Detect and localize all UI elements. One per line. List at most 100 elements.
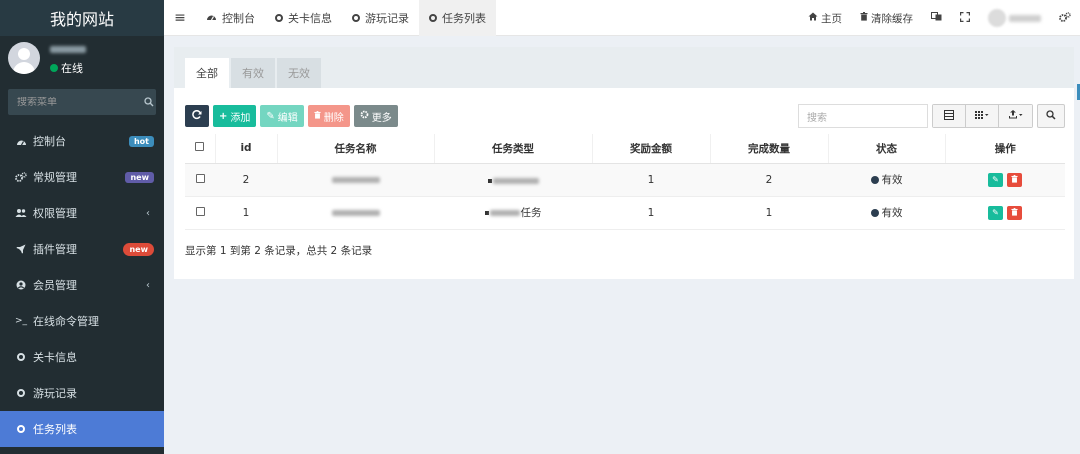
col-status[interactable]: 状态 bbox=[827, 134, 945, 164]
col-id[interactable]: id bbox=[214, 134, 277, 164]
cog-icon bbox=[360, 110, 369, 122]
cogs-icon bbox=[14, 172, 28, 182]
delete-button[interactable]: 删除 bbox=[307, 105, 350, 127]
export-button[interactable] bbox=[999, 105, 1032, 127]
tab-play-records[interactable]: 游玩记录 bbox=[342, 0, 419, 36]
task-type-suffix: 任务 bbox=[520, 207, 542, 219]
redacted-text bbox=[489, 209, 520, 216]
add-button[interactable]: + 添加 bbox=[213, 105, 257, 127]
user-menu[interactable] bbox=[979, 0, 1050, 36]
dashboard-icon bbox=[14, 137, 28, 146]
top-right-tools: 主页 清除缓存 bbox=[799, 0, 1080, 36]
menu-toggle-icon[interactable]: ≡ bbox=[164, 10, 196, 26]
row-edit-button[interactable]: ✎ bbox=[988, 205, 1003, 220]
sidebar-item-members[interactable]: 会员管理 ‹ bbox=[0, 267, 164, 303]
cell-task-type bbox=[434, 163, 592, 197]
filter-tabs: 全部 有效 无效 bbox=[174, 47, 1074, 88]
sidebar-item-plugins[interactable]: 插件管理 new bbox=[0, 231, 164, 267]
sidebar-item-online-command[interactable]: >_ 在线命令管理 bbox=[0, 303, 164, 339]
sidebar-item-general[interactable]: 常规管理 new bbox=[0, 159, 164, 195]
table-tools: 搜索 bbox=[798, 104, 1065, 128]
tab-label: 任务列表 bbox=[442, 11, 486, 25]
rocket-icon bbox=[14, 244, 28, 254]
user-circle-icon bbox=[14, 280, 28, 290]
col-reward[interactable]: 奖励金额 bbox=[591, 134, 710, 164]
table-view-icon bbox=[944, 109, 954, 123]
dashboard-icon bbox=[206, 11, 217, 24]
row-delete-button[interactable] bbox=[1007, 205, 1022, 220]
row-edit-button[interactable]: ✎ bbox=[988, 172, 1003, 187]
user-name-redacted bbox=[1009, 14, 1041, 22]
toggle-view-button[interactable] bbox=[933, 105, 966, 127]
translate-button[interactable] bbox=[922, 0, 951, 36]
trash-icon bbox=[1011, 207, 1018, 218]
table-toolbar: + 添加 ✎ 编辑 删除 更多 bbox=[185, 105, 398, 127]
redacted-text bbox=[492, 177, 539, 184]
avatar bbox=[988, 9, 1006, 27]
row-checkbox[interactable] bbox=[195, 173, 205, 183]
refresh-button[interactable] bbox=[185, 105, 209, 127]
search-icon[interactable] bbox=[142, 97, 156, 107]
sidebar-item-tasks[interactable]: 任务列表 bbox=[0, 411, 164, 447]
clear-cache-button[interactable]: 清除缓存 bbox=[851, 0, 922, 36]
sidebar-item-label: 在线命令管理 bbox=[33, 315, 99, 328]
fullscreen-button[interactable] bbox=[951, 0, 979, 36]
filter-tab-invalid[interactable]: 无效 bbox=[277, 58, 321, 88]
language-icon bbox=[931, 12, 942, 24]
sidebar-item-play-records[interactable]: 游玩记录 bbox=[0, 375, 164, 411]
sidebar-item-label: 任务列表 bbox=[33, 423, 77, 436]
table-row: 1 任务 1 1 有效 ✎ bbox=[185, 196, 1065, 230]
tab-tasks[interactable]: 任务列表 bbox=[419, 0, 496, 36]
table-search-input[interactable]: 搜索 bbox=[798, 104, 928, 128]
sidebar-item-levels[interactable]: 关卡信息 bbox=[0, 339, 164, 375]
cell-operations: ✎ bbox=[945, 196, 1065, 230]
row-select-cell bbox=[185, 196, 215, 230]
columns-button[interactable] bbox=[966, 105, 999, 127]
tab-levels[interactable]: 关卡信息 bbox=[265, 0, 342, 36]
col-completed-count[interactable]: 完成数量 bbox=[709, 134, 828, 164]
select-all-checkbox[interactable] bbox=[195, 142, 205, 152]
new-badge: new bbox=[123, 242, 154, 256]
home-link[interactable]: 主页 bbox=[799, 0, 851, 36]
delete-label: 删除 bbox=[323, 112, 344, 124]
sidebar-item-label: 会员管理 bbox=[33, 279, 77, 292]
settings-button[interactable] bbox=[1050, 0, 1080, 36]
table-header-row: id 任务名称 任务类型 奖励金额 完成数量 状态 操作 bbox=[185, 134, 1065, 164]
sidebar-item-dashboard[interactable]: 控制台 hot bbox=[0, 123, 164, 159]
row-delete-button[interactable] bbox=[1007, 172, 1022, 187]
filter-tab-valid[interactable]: 有效 bbox=[231, 58, 275, 88]
site-logo[interactable]: 我的网站 bbox=[0, 0, 164, 36]
pagination-summary: 显示第 1 到第 2 条记录，总共 2 条记录 bbox=[185, 245, 373, 257]
col-operations: 操作 bbox=[944, 134, 1065, 164]
col-task-type[interactable]: 任务类型 bbox=[433, 134, 592, 164]
cogs-icon bbox=[1059, 11, 1071, 25]
sidebar-item-permissions[interactable]: 权限管理 ‹ bbox=[0, 195, 164, 231]
trash-icon bbox=[860, 12, 868, 24]
edit-button[interactable]: ✎ 编辑 bbox=[260, 105, 304, 127]
advanced-search-button[interactable] bbox=[1037, 104, 1065, 128]
add-label: 添加 bbox=[230, 112, 251, 124]
sidebar: 我的网站 在线 控制台 hot 常规管理 new bbox=[0, 0, 164, 454]
user-name-redacted bbox=[50, 46, 86, 53]
status-badge: 有效 bbox=[870, 205, 903, 220]
bullet-icon bbox=[484, 210, 489, 215]
circle-icon bbox=[275, 13, 283, 22]
more-button[interactable]: 更多 bbox=[353, 105, 398, 127]
circle-icon bbox=[14, 353, 28, 361]
cell-task-name bbox=[277, 196, 434, 230]
user-status-label: 在线 bbox=[61, 62, 83, 75]
row-checkbox[interactable] bbox=[195, 206, 205, 216]
menu-search-input[interactable] bbox=[8, 96, 142, 108]
filter-tab-all[interactable]: 全部 bbox=[185, 58, 229, 88]
sidebar-menu: 控制台 hot 常规管理 new 权限管理 ‹ 插件管理 new 会员管理 ‹ … bbox=[0, 123, 164, 447]
cell-completed-count: 2 bbox=[710, 163, 828, 197]
edit-label: 编辑 bbox=[277, 112, 298, 124]
sidebar-item-label: 插件管理 bbox=[33, 243, 77, 256]
user-status: 在线 bbox=[50, 60, 83, 76]
refresh-icon bbox=[192, 109, 202, 123]
tab-label: 游玩记录 bbox=[365, 11, 409, 25]
status-badge: 有效 bbox=[870, 172, 903, 187]
tab-dashboard[interactable]: 控制台 bbox=[196, 0, 265, 36]
col-task-name[interactable]: 任务名称 bbox=[276, 134, 434, 164]
task-table: id 任务名称 任务类型 奖励金额 完成数量 状态 操作 2 1 2 有效 ✎ … bbox=[185, 134, 1065, 230]
